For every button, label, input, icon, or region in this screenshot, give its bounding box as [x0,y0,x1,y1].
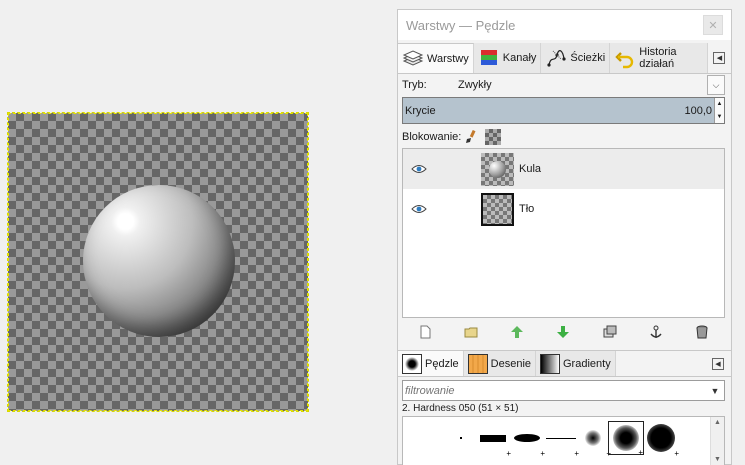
pattern-icon [467,353,488,374]
brush-name-label: 2. Hardness 050 (51 × 51) [402,403,519,414]
brush-item[interactable]: + [509,421,545,458]
sphere-thumbnail-icon [489,160,506,178]
brush-item[interactable]: + [643,421,679,458]
opacity-track[interactable]: Krycie 100,0 [403,98,714,123]
layer-thumbnail [481,152,514,186]
tab-brushes[interactable]: Pędzle [398,351,464,376]
brush-preview-icon [402,353,422,374]
dock-tabs: Warstwy Kanały Ścieżki Historia działań … [398,43,731,74]
tab-layers[interactable]: Warstwy [398,43,474,73]
triangle-left-icon: ◀ [712,357,724,370]
tab-label: Pędzle [425,357,459,370]
tab-label: Kanały [502,52,537,64]
dock-panel: Warstwy — Pędzle ✕ Warstwy Kanały Ścieżk… [397,9,732,465]
brush-item[interactable]: + [543,421,579,458]
duplicate-layer-icon[interactable] [603,325,617,339]
dock-title: Warstwy — Pędzle [406,17,516,33]
brush-item[interactable]: + [475,421,511,458]
layer-actions-bar [402,321,725,343]
chevron-down-icon[interactable]: ▼ [706,386,724,396]
spin-down-icon[interactable]: ▼ [717,114,723,120]
opacity-fill-bar [403,98,714,123]
opacity-slider[interactable]: Krycie 100,0 ▲ ▼ [402,97,725,124]
tab-label: Gradienty [563,357,611,370]
tab-menu-button[interactable]: ◀ [708,43,731,73]
layers-icon [402,48,424,70]
tab-undo-history[interactable]: Historia działań [610,43,708,73]
plus-icon: + [674,449,679,458]
triangle-left-icon: ◀ [713,52,726,64]
lock-pixels-brush-icon[interactable] [465,129,477,144]
tab-label: Historia działań [639,46,677,70]
tab-paths[interactable]: Ścieżki [541,43,611,73]
image-canvas[interactable] [7,112,309,412]
filter-input[interactable] [405,384,706,397]
raise-layer-icon[interactable] [510,325,524,339]
tab-gradients[interactable]: Gradienty [536,351,616,376]
opacity-spinner[interactable]: ▲ ▼ [714,98,724,123]
eye-icon[interactable] [411,204,427,214]
new-layer-icon[interactable] [418,325,432,339]
tab-channels[interactable]: Kanały [473,43,542,73]
lock-alpha-checker-icon[interactable] [485,129,502,145]
chevron-down-icon[interactable]: ⌵ [707,75,725,95]
opacity-label: Krycie [405,105,436,117]
brushes-tabs: Pędzle Desenie Gradienty ◀ [398,350,731,377]
anchor-icon[interactable] [649,325,663,339]
close-icon[interactable]: ✕ [703,15,723,35]
layer-thumbnail [481,192,514,226]
scroll-up-icon[interactable]: ▲ [714,419,721,426]
dock-titlebar[interactable]: Warstwy — Pędzle ✕ [398,10,731,40]
tab-patterns[interactable]: Desenie [463,351,536,376]
lower-layer-icon[interactable] [556,325,570,339]
layer-row[interactable]: Kula [403,149,724,189]
mode-select[interactable]: Zwykły [458,79,707,91]
layer-name[interactable]: Kula [519,163,541,175]
brush-item-selected[interactable]: + [608,421,644,457]
brush-item[interactable]: + [575,421,611,458]
opacity-value: 100,0 [684,105,712,117]
gradient-icon [540,353,560,374]
lock-row: Blokowanie: [402,126,502,148]
spin-up-icon[interactable]: ▲ [717,101,723,107]
lock-label: Blokowanie: [402,131,462,143]
brush-grid: + + + + + + ▲ ▼ [402,416,725,465]
mode-label: Tryb: [402,79,427,91]
tab-label: Ścieżki [570,52,606,64]
layers-list: Kula Tło [402,148,725,318]
eye-icon[interactable] [411,164,427,174]
delete-layer-icon[interactable] [695,325,709,339]
scroll-down-icon[interactable]: ▼ [714,456,721,463]
brush-filter[interactable]: ▼ [402,380,725,401]
tab-label: Warstwy [427,52,469,65]
channels-icon [478,47,500,69]
tab-menu-button[interactable]: ◀ [705,351,731,376]
mode-row: Tryb: Zwykły ⌵ [402,74,725,96]
layer-row[interactable]: Tło [403,189,724,229]
new-group-icon[interactable] [464,325,478,339]
layer-name[interactable]: Tło [519,203,534,215]
undo-history-icon [614,47,636,69]
paths-icon [545,47,567,69]
sphere-layer-content [83,185,235,337]
brush-item[interactable] [443,421,479,455]
brush-grid-scrollbar[interactable]: ▲ ▼ [710,417,724,465]
tab-label: Desenie [490,357,531,370]
